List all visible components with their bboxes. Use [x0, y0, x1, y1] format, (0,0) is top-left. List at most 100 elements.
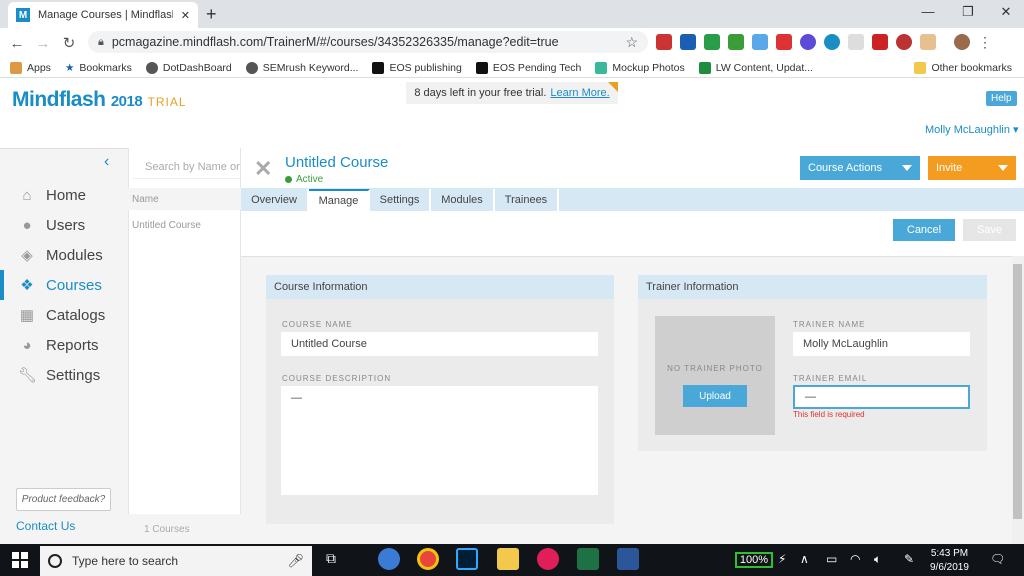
taskbar-search[interactable]: Type here to search 🎤︎ — [40, 546, 312, 576]
trainer-name-input[interactable]: Molly McLaughlin — [793, 332, 970, 356]
course-name-input[interactable]: Untitled Course — [281, 332, 598, 356]
profile-avatar[interactable] — [954, 34, 970, 50]
task-view-icon[interactable]: ⧉ — [326, 550, 336, 567]
monitor-icon[interactable]: ▭ — [826, 552, 837, 566]
extension-icon[interactable] — [728, 34, 744, 50]
tab-trainees[interactable]: Trainees — [495, 189, 559, 211]
photoshop-icon[interactable] — [456, 548, 478, 570]
extension-icon[interactable] — [680, 34, 696, 50]
bookmark-semrush[interactable]: SEMrush Keyword... — [245, 61, 358, 74]
back-icon[interactable]: ← — [4, 35, 30, 52]
new-tab-icon[interactable]: + — [206, 4, 217, 25]
slack-icon[interactable] — [537, 548, 559, 570]
trainer-email-input[interactable]: — — [793, 385, 970, 409]
trainer-information-header: Trainer Information — [638, 275, 987, 299]
notifications-icon[interactable]: 🗨︎ — [990, 552, 1005, 566]
sheets-icon — [698, 61, 711, 74]
mindflash-logo[interactable]: Mindflash 2018 TRIAL — [12, 88, 187, 112]
status-dot-icon — [285, 176, 292, 183]
extension-icon[interactable] — [920, 34, 936, 50]
extensions-bar: ⋮ — [656, 34, 992, 50]
tab-overview[interactable]: Overview — [241, 189, 309, 211]
reload-icon[interactable]: ↻ — [56, 34, 82, 52]
extension-icon[interactable] — [872, 34, 888, 50]
bookmark-eos-pending[interactable]: EOS Pending Tech — [475, 61, 581, 74]
chrome-icon[interactable] — [417, 548, 439, 570]
clock[interactable]: 5:43 PM 9/6/2019 — [930, 547, 969, 575]
sidebar-item-home[interactable]: ⌂ Home — [0, 180, 128, 210]
battery-indicator[interactable]: 100% — [735, 552, 773, 568]
course-search-input[interactable]: Search by Name or — [133, 155, 241, 179]
product-feedback-button[interactable]: Product feedback? — [16, 488, 111, 511]
extension-icon[interactable] — [656, 34, 672, 50]
tab-modules[interactable]: Modules — [431, 189, 495, 211]
sidebar-item-settings[interactable]: 🔧︎ Settings — [0, 360, 128, 390]
close-tab-icon[interactable]: ✕ — [181, 9, 190, 22]
user-menu[interactable]: Molly McLaughlin ▾ — [925, 123, 1019, 136]
user-icon: ● — [22, 216, 32, 234]
sidebar-item-modules[interactable]: ◈ Modules — [0, 240, 128, 270]
folder-icon — [914, 61, 927, 74]
sidebar-item-catalogs[interactable]: ▦ Catalogs — [0, 300, 128, 330]
browser-tab[interactable]: M Manage Courses | Mindflash Trai ✕ — [8, 2, 198, 28]
extension-icon[interactable] — [776, 34, 792, 50]
upload-button[interactable]: Upload — [683, 385, 747, 407]
cancel-button[interactable]: Cancel — [893, 219, 955, 241]
bookmark-other[interactable]: Other bookmarks — [914, 61, 1012, 74]
course-actions-button[interactable]: Course Actions — [800, 156, 920, 180]
volume-icon[interactable]: 🔈︎ — [874, 552, 881, 567]
tab-manage[interactable]: Manage — [309, 189, 370, 211]
address-bar[interactable]: 🔒︎ pcmagazine.mindflash.com/TrainerM/#/c… — [88, 31, 648, 53]
wifi-icon[interactable]: ◠ — [850, 552, 860, 566]
show-hidden-icons-icon[interactable]: ∧ — [800, 552, 809, 566]
bookmark-star-icon[interactable]: ☆ — [625, 34, 638, 51]
scrollbar-thumb[interactable] — [1013, 264, 1022, 519]
list-item[interactable]: Untitled Course — [132, 220, 201, 231]
invite-button[interactable]: Invite — [928, 156, 1016, 180]
minimize-icon[interactable]: — — [918, 4, 938, 19]
windows-start-icon[interactable] — [12, 552, 28, 568]
pen-icon[interactable]: ✎ — [904, 552, 914, 566]
sidebar-item-users[interactable]: ● Users — [0, 210, 128, 240]
globe-icon — [145, 61, 158, 74]
file-explorer-icon[interactable] — [497, 548, 519, 570]
bookmark-apps[interactable]: Apps — [10, 61, 51, 74]
bookmark-eos-publishing[interactable]: EOS publishing — [372, 61, 462, 74]
extension-icon[interactable] — [848, 34, 864, 50]
sidebar-item-reports[interactable]: ◕ Reports — [0, 330, 128, 360]
bookmark-lw-content[interactable]: LW Content, Updat... — [698, 61, 813, 74]
chrome-menu-icon[interactable]: ⋮ — [978, 34, 992, 50]
adblock-icon[interactable] — [896, 34, 912, 50]
evernote-icon[interactable] — [704, 34, 720, 50]
bookmark-dotdashboard[interactable]: DotDashBoard — [145, 61, 232, 74]
eos-icon — [372, 61, 385, 74]
star-icon: ★ — [64, 61, 75, 74]
learn-more-link[interactable]: Learn More. — [550, 87, 609, 99]
save-button[interactable]: Save — [963, 219, 1016, 241]
power-plug-icon[interactable]: ⚡︎ — [778, 552, 786, 566]
excel-icon[interactable] — [577, 548, 599, 570]
bookmark-bookmarks[interactable]: ★ Bookmarks — [65, 62, 132, 74]
contact-us-link[interactable]: Contact Us — [16, 519, 75, 533]
close-course-icon[interactable]: ✕ — [254, 156, 272, 182]
sidebar-item-courses[interactable]: ❖ Courses — [0, 270, 128, 300]
forward-icon[interactable]: → — [30, 35, 56, 52]
cubes-icon: ❖ — [20, 277, 34, 294]
bookmarks-bar: Apps ★ Bookmarks DotDashBoard SEMrush Key… — [0, 58, 1024, 78]
word-icon[interactable] — [617, 548, 639, 570]
help-button[interactable]: Help — [986, 91, 1017, 106]
restore-icon[interactable]: ❐ — [958, 4, 978, 20]
browser-app-icon[interactable] — [378, 548, 400, 570]
extension-icon[interactable] — [800, 34, 816, 50]
grid-icon: ▦ — [19, 307, 35, 324]
microphone-icon[interactable]: 🎤︎ — [287, 553, 304, 569]
collapse-sidebar-icon[interactable]: ‹ — [104, 153, 109, 171]
list-header-name[interactable]: Name — [128, 188, 241, 210]
bookmark-mockup-photos[interactable]: Mockup Photos — [595, 61, 685, 74]
extension-icon[interactable] — [824, 34, 840, 50]
status-badge: Active — [285, 174, 323, 185]
tab-settings[interactable]: Settings — [370, 189, 431, 211]
extension-icon[interactable] — [752, 34, 768, 50]
course-description-textarea[interactable]: — — [281, 386, 598, 495]
window-close-icon[interactable]: ✕ — [996, 4, 1016, 20]
